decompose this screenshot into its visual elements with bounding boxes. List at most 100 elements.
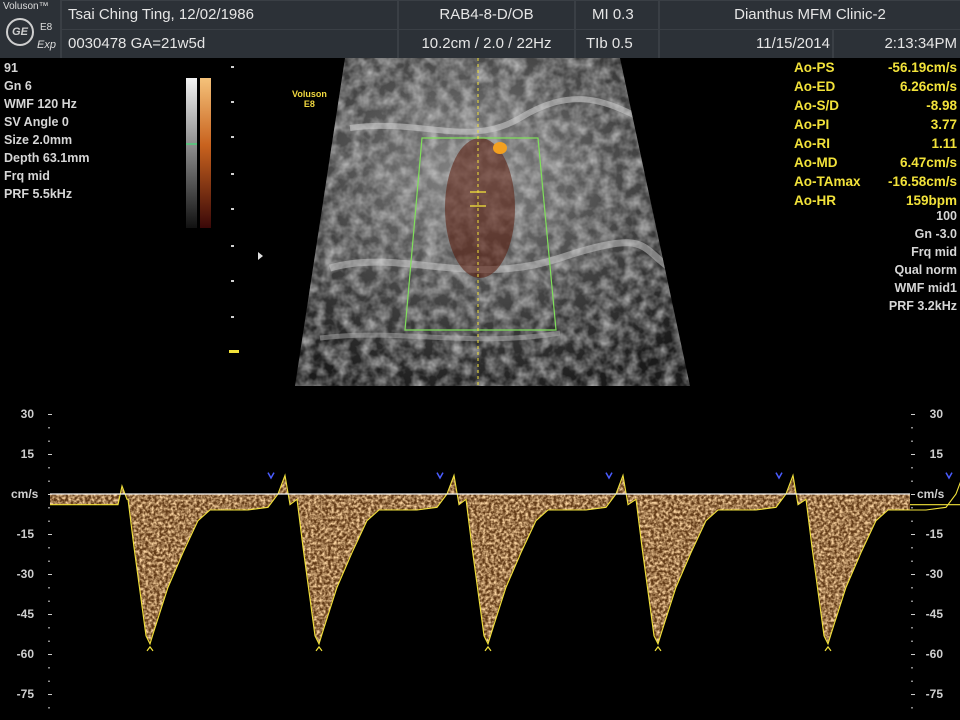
param-line: WMF mid1 (894, 281, 958, 295)
param-line: 91 (4, 61, 18, 75)
velocity-minor-tick (48, 640, 50, 642)
velocity-minor-tick (911, 694, 915, 696)
velocity-minor-tick (911, 440, 913, 442)
velocity-minor-tick (48, 413, 52, 415)
measurement-row: Ao-MD 6.47cm/s (794, 155, 957, 170)
param-line: WMF 120 Hz (4, 97, 77, 111)
velocity-tick-label: -60 (926, 647, 944, 661)
model-label: E8 (40, 22, 53, 33)
doppler-spectrum[interactable]: 30 30 15 15 -15 -15 -30 -30 -45 -45 -60 -60 -75 -75 c… (0, 388, 960, 720)
velocity-minor-tick (911, 574, 915, 576)
velocity-minor-tick (48, 694, 52, 696)
velocity-minor-tick (911, 494, 915, 495)
measurement-row: Ao-RI 1.11 (794, 136, 957, 151)
velocity-unit-left: cm/s (11, 487, 39, 501)
param-line: PRF 5.5kHz (4, 187, 73, 201)
velocity-tick-label: -30 (926, 567, 944, 581)
depth-zoom-freq: 10.2cm / 2.0 / 22Hz (399, 30, 574, 58)
param-line: Frq mid (911, 245, 957, 259)
velocity-minor-tick (911, 453, 915, 455)
brand-label: Voluson™ (3, 1, 49, 12)
velocity-minor-tick (48, 600, 50, 602)
velocity-minor-tick (48, 654, 52, 656)
velocity-minor-tick (48, 574, 52, 576)
exp-label: Exp (37, 39, 56, 51)
measurement-row: Ao-ED 6.26cm/s (794, 79, 957, 94)
velocity-tick-label: -45 (17, 607, 35, 621)
velocity-minor-tick (48, 453, 52, 455)
peak-systolic-marker-icon (146, 645, 154, 652)
clinic-name: Dianthus MFM Clinic-2 (660, 1, 960, 29)
sector-scan (295, 58, 690, 386)
probe-label: RAB4-8-D/OB (399, 1, 574, 29)
voluson-image-label: Voluson E8 (292, 89, 327, 109)
velocity-tick-label: -75 (926, 687, 944, 701)
patient-id-ga: 0030478 GA=21w5d (62, 30, 397, 58)
velocity-minor-tick (911, 614, 915, 616)
end-diastolic-marker-icon (945, 472, 953, 480)
param-line: Gn 6 (4, 79, 32, 93)
velocity-minor-tick (48, 587, 50, 589)
mi-index: MI 0.3 (576, 1, 658, 29)
measurement-row: Ao-PI 3.77 (794, 117, 957, 132)
param-line: Qual norm (894, 263, 957, 277)
velocity-unit-right: cm/s (917, 487, 945, 501)
velocity-minor-tick (48, 534, 52, 536)
velocity-minor-tick (48, 427, 50, 429)
velocity-tick-label: 15 (21, 447, 35, 461)
peak-systolic-marker-icon (315, 645, 323, 652)
velocity-tick-label: -30 (17, 567, 35, 581)
velocity-minor-tick (48, 560, 50, 562)
focus-marker-icon (258, 252, 263, 260)
velocity-minor-tick (48, 480, 50, 482)
param-line: Frq mid (4, 169, 50, 183)
measurement-row: Ao-S/D -8.98 (794, 98, 957, 113)
tib-index: TIb 0.5 (576, 30, 658, 58)
velocity-minor-tick (911, 413, 915, 415)
velocity-minor-tick (48, 680, 50, 682)
velocity-tick-label: 15 (930, 447, 944, 461)
left-parameters: 91 Gn 6 WMF 120 Hz SV Angle 0 Size 2.0mm… (4, 59, 89, 203)
velocity-minor-tick (911, 534, 915, 536)
velocity-minor-tick (911, 667, 913, 669)
velocity-minor-tick (48, 547, 50, 549)
velocity-minor-tick (48, 627, 50, 629)
velocity-tick-label: -75 (17, 687, 35, 701)
velocity-minor-tick (48, 507, 50, 509)
velocity-tick-label: -60 (17, 647, 35, 661)
param-line: Gn -3.0 (914, 227, 957, 241)
ge-logo-icon: GE (6, 18, 34, 46)
velocity-minor-tick (48, 667, 50, 669)
end-diastolic-marker-icon (775, 472, 783, 480)
exam-date: 11/15/2014 (660, 30, 832, 58)
velocity-minor-tick (911, 427, 913, 429)
peak-systolic-marker-icon (654, 645, 662, 652)
measurement-row: Ao-PS -56.19cm/s (794, 60, 957, 75)
velocity-tick-label: -15 (17, 527, 35, 541)
color-bar (200, 78, 211, 228)
velocity-tick-label: 30 (21, 407, 35, 421)
velocity-minor-tick (911, 680, 913, 682)
velocity-minor-tick (48, 467, 50, 469)
right-parameters: 100 Gn -3.0 Frq mid Qual norm WMF mid1 P… (889, 207, 957, 315)
end-diastolic-marker-icon (267, 472, 275, 480)
param-line: 100 (936, 209, 957, 223)
velocity-minor-tick (911, 467, 913, 469)
velocity-minor-tick (911, 587, 913, 589)
measurement-panel: Ao-PS -56.19cm/s Ao-ED 6.26cm/s Ao-S/D -8.9… (791, 58, 960, 210)
param-line: PRF 3.2kHz (888, 299, 957, 313)
velocity-minor-tick (911, 627, 913, 629)
velocity-tick-label: -45 (926, 607, 944, 621)
grayscale-bar (186, 78, 197, 228)
velocity-minor-tick (911, 654, 915, 656)
patient-name-dob: Tsai Ching Ting, 12/02/1986 (62, 1, 397, 29)
velocity-tick-label: -15 (926, 527, 944, 541)
peak-systolic-marker-icon (484, 645, 492, 652)
peak-systolic-marker-icon (824, 645, 832, 652)
measurement-row: Ao-TAmax -16.58cm/s (794, 174, 957, 189)
velocity-minor-tick (911, 640, 913, 642)
param-line: Depth 63.1mm (4, 151, 90, 165)
param-line: Size 2.0mm (4, 133, 73, 147)
depth-scale (229, 66, 239, 353)
velocity-minor-tick (48, 614, 52, 616)
